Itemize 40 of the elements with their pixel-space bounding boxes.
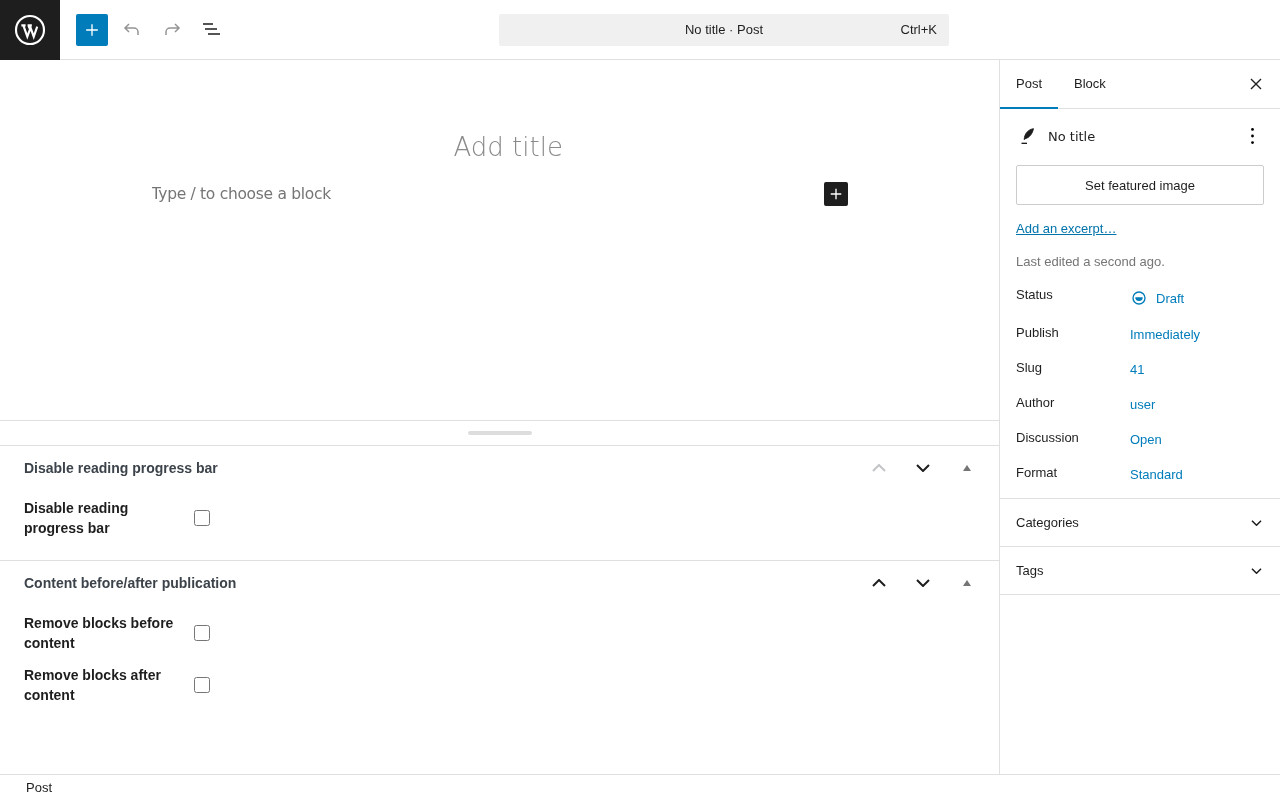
field-label: Author xyxy=(1016,395,1056,412)
draft-status-icon xyxy=(1130,289,1148,307)
chevron-down-icon xyxy=(1251,567,1262,574)
sidebar-tab[interactable]: Post xyxy=(1000,60,1058,109)
post-title: No title xyxy=(1048,128,1097,144)
field-label: Remove blocks before content xyxy=(24,614,175,653)
field-label: Discussion xyxy=(1016,430,1080,447)
chevron-down-icon xyxy=(1251,519,1262,526)
breadcrumb-button[interactable]: Post xyxy=(26,780,52,795)
add-excerpt-link[interactable]: Add an excerpt… xyxy=(1016,221,1117,236)
status-button[interactable]: Draft xyxy=(1130,289,1185,307)
checkbox[interactable] xyxy=(194,510,210,526)
field-label: Format xyxy=(1016,465,1059,482)
add-block-button[interactable] xyxy=(823,182,848,206)
field-value-link[interactable]: user xyxy=(1130,397,1156,412)
keyboard-shortcut: Ctrl+K xyxy=(900,21,937,37)
sidebar-tab[interactable]: Block xyxy=(1058,60,1122,109)
document-title: No title · Post xyxy=(685,22,763,37)
last-edited-text: Last edited a second ago. xyxy=(1016,254,1166,269)
field-label: Publish xyxy=(1016,325,1060,342)
meta-box-title: Content before/after publication xyxy=(24,575,238,591)
wordpress-logo-button[interactable] xyxy=(0,0,60,60)
field-value-link[interactable]: Standard xyxy=(1130,467,1183,482)
command-bar[interactable]: No title · Post Ctrl+K xyxy=(499,13,949,46)
field-label: Disable reading progress bar xyxy=(24,499,130,538)
wordpress-logo-icon xyxy=(14,13,46,46)
field-label: Slug xyxy=(1016,360,1044,377)
meta-box-title: Disable reading progress bar xyxy=(24,460,219,476)
resize-handle[interactable] xyxy=(467,431,532,435)
set-featured-image-button[interactable]: Set featured image xyxy=(1016,165,1264,205)
field-value-link[interactable]: Immediately xyxy=(1130,327,1201,342)
field-value-link[interactable]: Open xyxy=(1130,432,1162,447)
panel-toggle-button[interactable]: Tags xyxy=(1000,547,1280,595)
vertical-dots-icon xyxy=(1250,128,1254,144)
checkbox[interactable] xyxy=(194,677,210,693)
panel-toggle-button[interactable]: Categories xyxy=(1000,499,1280,547)
field-label: Status xyxy=(1016,287,1054,304)
field-label: Remove blocks after content xyxy=(24,666,162,705)
checkbox[interactable] xyxy=(194,625,210,641)
field-value-link[interactable]: 41 xyxy=(1130,362,1145,377)
